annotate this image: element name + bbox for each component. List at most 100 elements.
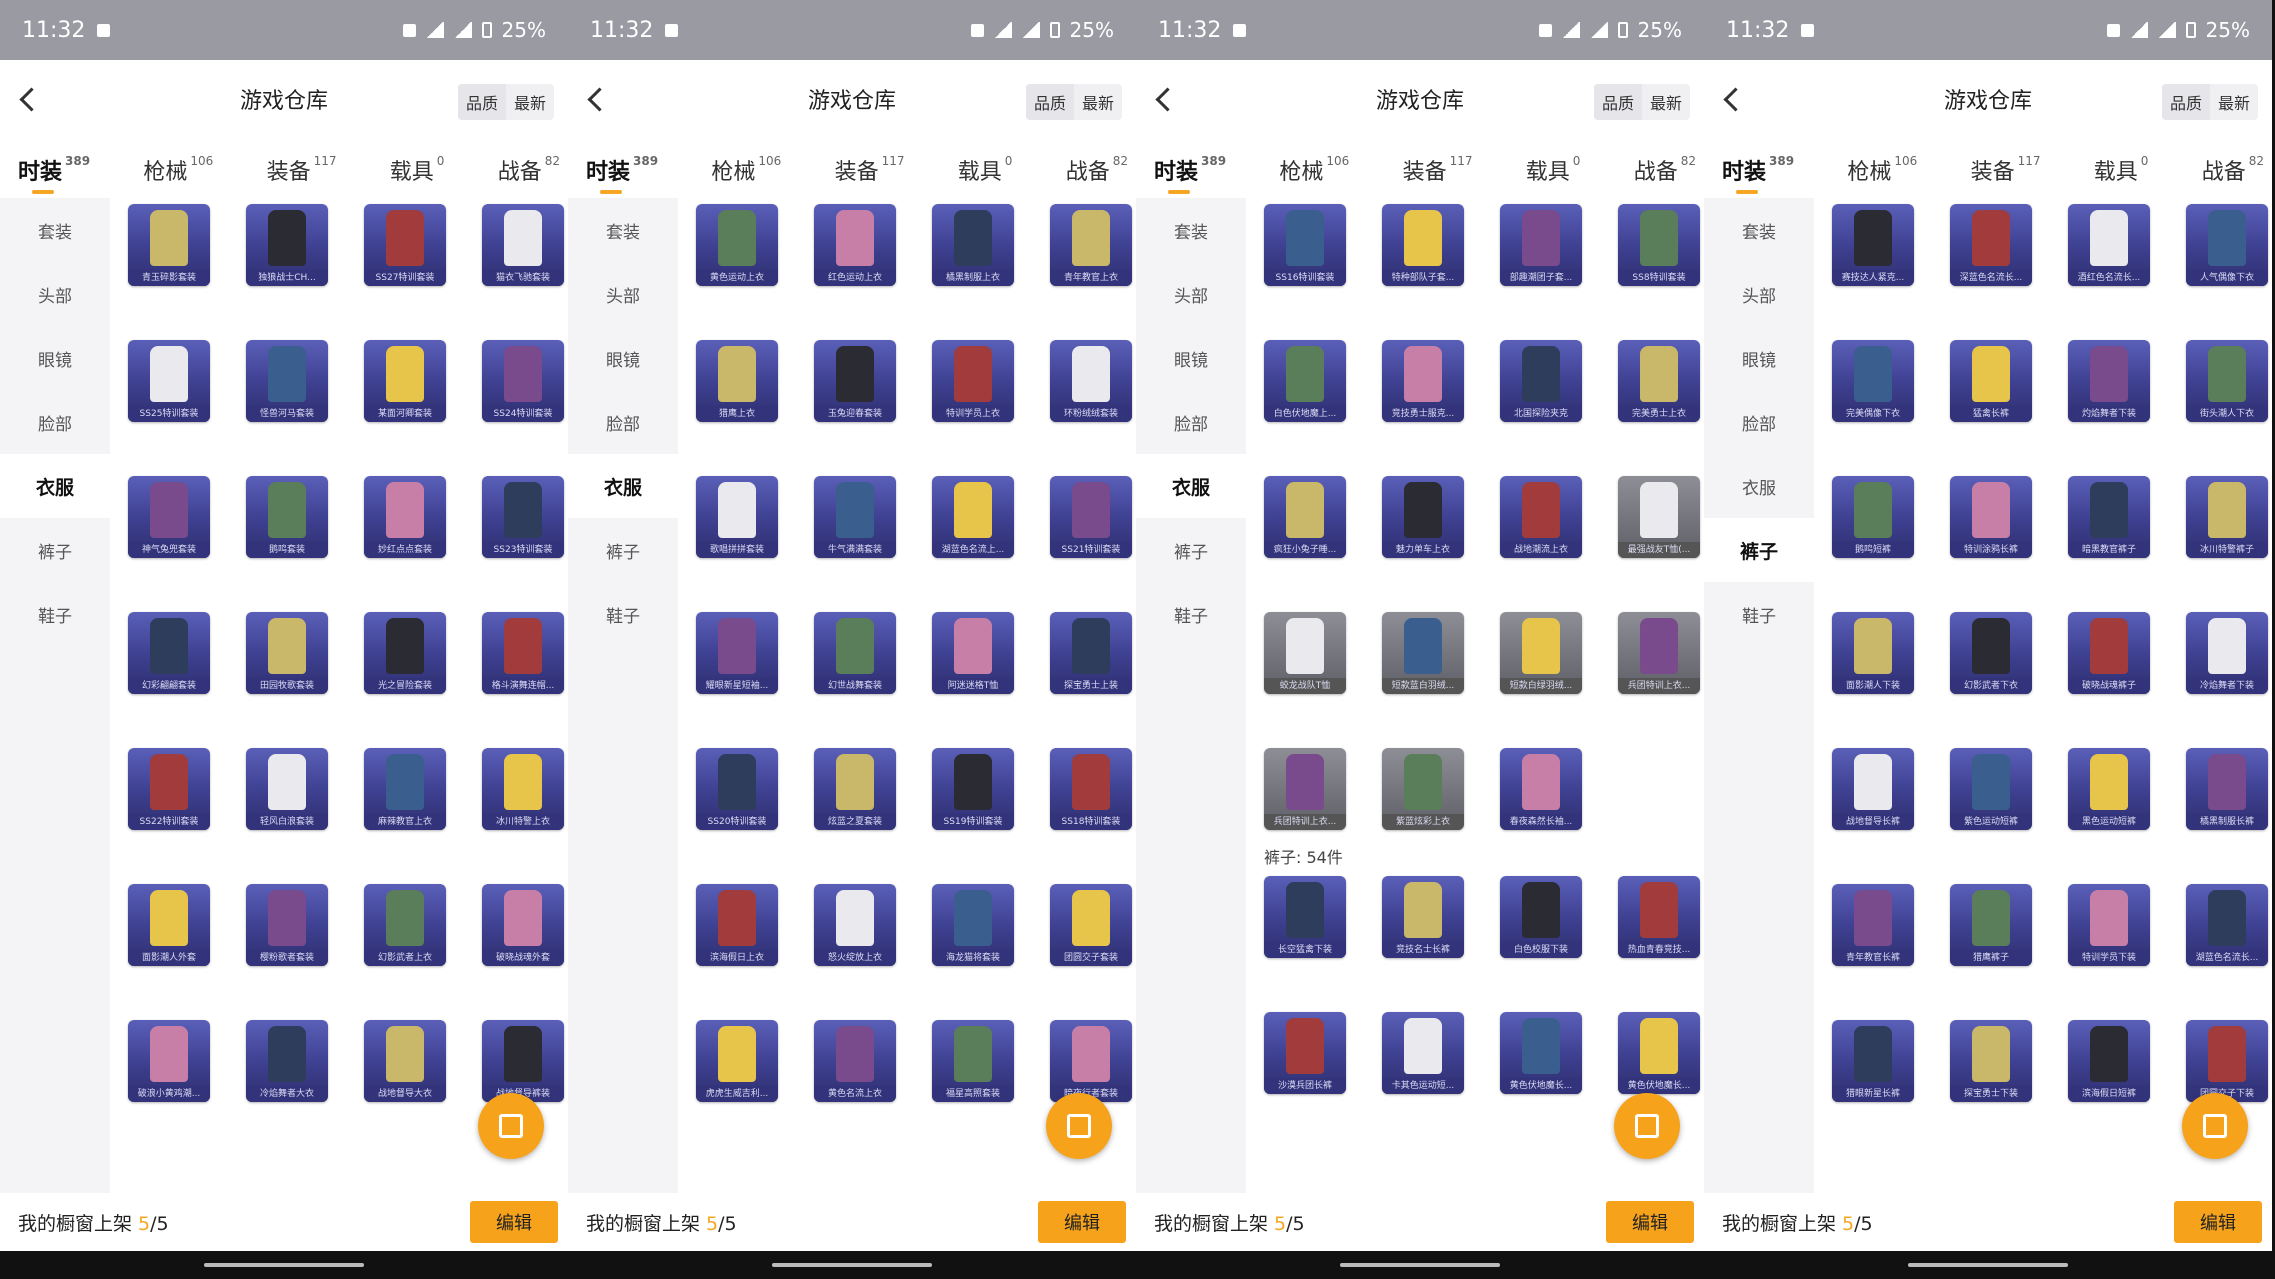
item-card[interactable]: 幻影武者下衣 (1950, 612, 2032, 694)
sort-quality-button[interactable]: 品质 (1025, 84, 1074, 120)
item-card[interactable]: 人气偶像下衣 (2186, 204, 2268, 286)
item-card[interactable]: 竞技名士长裤 (1382, 876, 1464, 958)
item-card[interactable]: 麻辣教官上衣 (364, 748, 446, 830)
sidebar-item[interactable]: 脸部 (568, 390, 678, 454)
sidebar-item[interactable]: 衣服 (1704, 454, 1814, 518)
item-card[interactable]: 某面河卿套装 (364, 340, 446, 422)
item-card[interactable]: 阿迷迷格T恤 (932, 612, 1014, 694)
item-card[interactable]: 团圆交子下装 (2186, 1020, 2268, 1102)
item-card[interactable]: 沙漠兵团长裤 (1264, 1012, 1346, 1094)
item-card[interactable]: 探宝勇士上装 (1050, 612, 1132, 694)
item-card[interactable]: 短款蓝白羽绒... (1382, 612, 1464, 694)
item-card[interactable]: 暗黑教官裤子 (2068, 476, 2150, 558)
back-button[interactable] (14, 82, 48, 116)
item-card[interactable]: 战地督导大衣 (364, 1020, 446, 1102)
item-card[interactable]: 北国探险夹克 (1500, 340, 1582, 422)
item-card[interactable]: 冰川特警裤子 (2186, 476, 2268, 558)
sidebar-item[interactable]: 衣服 (568, 454, 678, 518)
item-card[interactable]: SS8特训套装 (1618, 204, 1700, 286)
item-card[interactable]: 特种部队子套... (1382, 204, 1464, 286)
sidebar-item[interactable]: 眼镜 (1136, 326, 1246, 390)
item-card[interactable]: 兵团特训上衣... (1618, 612, 1700, 694)
sort-latest-button[interactable]: 最新 (506, 84, 554, 120)
item-card[interactable]: 神气兔兜套装 (128, 476, 210, 558)
item-card[interactable]: SS27特训套装 (364, 204, 446, 286)
edit-button[interactable]: 编辑 (2174, 1201, 2262, 1243)
item-card[interactable]: 炫蓝之夏套装 (814, 748, 896, 830)
item-card[interactable]: 滨海假日上衣 (696, 884, 778, 966)
item-card[interactable]: 玉兔迎春套装 (814, 340, 896, 422)
item-card[interactable]: 竞技勇士服克... (1382, 340, 1464, 422)
item-card[interactable]: 团圆交子套装 (1050, 884, 1132, 966)
sidebar-item[interactable]: 头部 (0, 262, 110, 326)
item-card[interactable]: 长空猛禽下装 (1264, 876, 1346, 958)
item-card[interactable]: 幻彩翩翩套装 (128, 612, 210, 694)
item-card[interactable]: 深蓝色名流长... (1950, 204, 2032, 286)
back-button[interactable] (1718, 82, 1752, 116)
item-card[interactable]: 战地督导长裤 (1832, 748, 1914, 830)
item-card[interactable]: 黄色运动上衣 (696, 204, 778, 286)
item-card[interactable]: 战地潮流上衣 (1500, 476, 1582, 558)
tab-0[interactable]: 时装 389 (1154, 154, 1226, 198)
sidebar-item[interactable]: 裤子 (1136, 518, 1246, 582)
item-card[interactable]: 黑色运动短裤 (2068, 748, 2150, 830)
item-card[interactable]: 卡其色运动短... (1382, 1012, 1464, 1094)
sidebar-item[interactable]: 裤子 (568, 518, 678, 582)
item-card[interactable]: 青玉碎影套装 (128, 204, 210, 286)
item-card[interactable]: SS22特训套装 (128, 748, 210, 830)
item-card[interactable]: 白色校服下装 (1500, 876, 1582, 958)
item-card[interactable]: 酒红色名流长... (2068, 204, 2150, 286)
item-card[interactable]: 热血青春竞技... (1618, 876, 1700, 958)
item-card[interactable]: 完美勇士上衣 (1618, 340, 1700, 422)
edit-button[interactable]: 编辑 (1038, 1201, 1126, 1243)
item-card[interactable]: SS18特训套装 (1050, 748, 1132, 830)
item-card[interactable]: 樱粉歌者套装 (246, 884, 328, 966)
tab-1[interactable]: 枪械 106 (711, 154, 781, 198)
share-button[interactable] (1046, 1093, 1112, 1159)
tab-4[interactable]: 战备 82 (1634, 154, 1696, 198)
home-indicator[interactable] (204, 1263, 364, 1267)
tab-2[interactable]: 装备 117 (267, 154, 337, 198)
item-card[interactable]: 街头潮人下衣 (2186, 340, 2268, 422)
item-card[interactable]: 湖蓝色名流上... (932, 476, 1014, 558)
item-card[interactable]: 耀眼新星短袖... (696, 612, 778, 694)
item-card[interactable]: 紫色运动短裤 (1950, 748, 2032, 830)
item-card[interactable]: 猫衣飞驰套装 (482, 204, 564, 286)
tab-0[interactable]: 时装 389 (18, 154, 90, 198)
item-card[interactable]: 轻风白浪套装 (246, 748, 328, 830)
item-card[interactable]: 福星高照套装 (932, 1020, 1014, 1102)
sidebar-item[interactable]: 脸部 (1704, 390, 1814, 454)
item-card[interactable]: 牛气满满套装 (814, 476, 896, 558)
back-button[interactable] (582, 82, 616, 116)
item-card[interactable]: 蛟龙战队T恤 (1264, 612, 1346, 694)
item-card[interactable]: 青年教官上衣 (1050, 204, 1132, 286)
item-card[interactable]: 幻世战舞套装 (814, 612, 896, 694)
item-card[interactable]: 探宝勇士下装 (1950, 1020, 2032, 1102)
item-card[interactable]: 鹅鸣套装 (246, 476, 328, 558)
item-card[interactable]: 赛技达人紧克... (1832, 204, 1914, 286)
tab-1[interactable]: 枪械 106 (1847, 154, 1917, 198)
item-card[interactable]: 猎鹰上衣 (696, 340, 778, 422)
tab-4[interactable]: 战备 82 (498, 154, 560, 198)
item-card[interactable]: 青年教官长裤 (1832, 884, 1914, 966)
item-card[interactable]: 破晓战魂裤子 (2068, 612, 2150, 694)
item-card[interactable]: 歌唱拼拼套装 (696, 476, 778, 558)
item-card[interactable]: 格斗演舞连帽... (482, 612, 564, 694)
item-card[interactable]: 面影潮人外套 (128, 884, 210, 966)
sidebar-item[interactable]: 脸部 (1136, 390, 1246, 454)
item-card[interactable]: 猛禽长裤 (1950, 340, 2032, 422)
item-card[interactable]: 独狼战士CH... (246, 204, 328, 286)
sort-latest-button[interactable]: 最新 (2210, 84, 2258, 120)
sidebar-item[interactable]: 眼镜 (0, 326, 110, 390)
item-card[interactable]: SS20特训套装 (696, 748, 778, 830)
item-card[interactable]: 短款白绿羽绒... (1500, 612, 1582, 694)
sidebar-item[interactable]: 鞋子 (1136, 582, 1246, 646)
item-card[interactable]: 海龙猫将套装 (932, 884, 1014, 966)
item-card[interactable]: 怒火绽放上衣 (814, 884, 896, 966)
item-card[interactable]: 完美偶像下衣 (1832, 340, 1914, 422)
sidebar-item[interactable]: 眼镜 (1704, 326, 1814, 390)
tab-3[interactable]: 载具 0 (390, 154, 445, 198)
item-card[interactable]: 冰川特警上衣 (482, 748, 564, 830)
tab-0[interactable]: 时装 389 (1722, 154, 1794, 198)
item-card[interactable]: 面影潮人下装 (1832, 612, 1914, 694)
